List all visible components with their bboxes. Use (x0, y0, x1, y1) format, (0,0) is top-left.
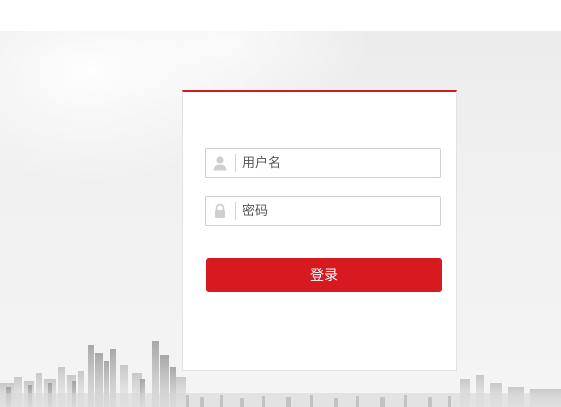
user-icon (212, 155, 228, 171)
top-bar (0, 0, 561, 31)
lock-icon (212, 203, 228, 219)
username-input[interactable] (242, 151, 432, 175)
login-button[interactable]: 登录 (206, 258, 442, 292)
password-field[interactable] (205, 196, 441, 226)
field-divider (235, 202, 236, 220)
login-panel: 登录 (182, 90, 457, 371)
password-input[interactable] (242, 199, 432, 223)
username-field[interactable] (205, 148, 441, 178)
field-divider (235, 154, 236, 172)
